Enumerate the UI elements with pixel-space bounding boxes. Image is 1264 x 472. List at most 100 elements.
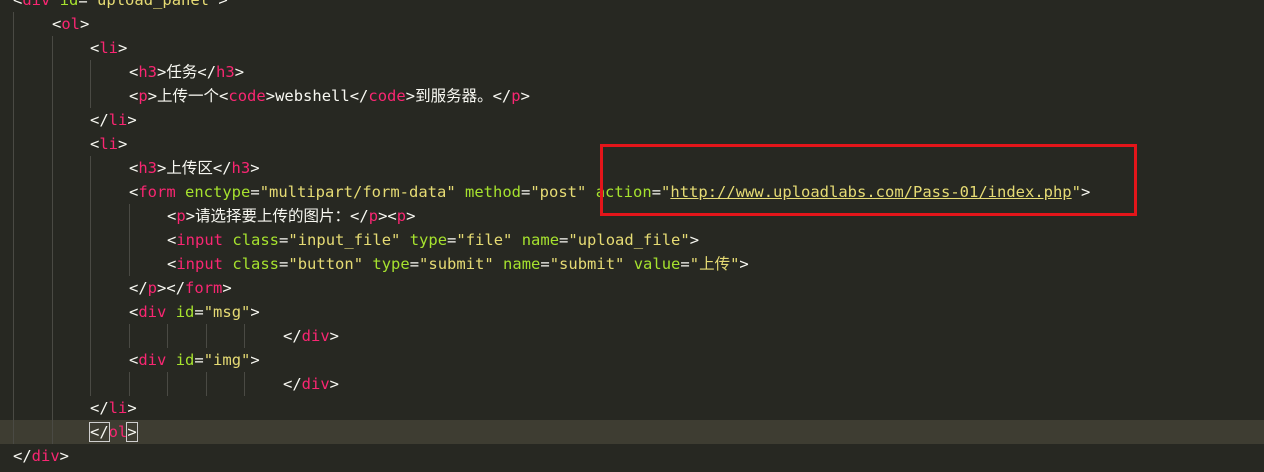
indent-guide — [13, 60, 14, 84]
code-content: </div> — [283, 324, 339, 348]
punctuation-token: > — [118, 135, 128, 153]
attribute-value-token: "input_file" — [288, 231, 401, 249]
tag-name-token: p — [147, 279, 158, 297]
tag-name-token: p — [511, 87, 521, 105]
tag-name-token: form — [138, 183, 176, 201]
punctuation-token: </ — [349, 87, 369, 105]
tag-name-token: p — [176, 207, 186, 225]
indent-guide — [52, 60, 53, 84]
tag-name-token: div — [301, 375, 330, 393]
punctuation-token: < — [129, 159, 139, 177]
indent-guide — [129, 228, 130, 252]
punctuation-token: </ — [129, 279, 148, 297]
attribute-name-token: method — [465, 183, 521, 201]
punctuation-token: > — [250, 351, 260, 369]
attribute-name-token: id — [59, 0, 79, 9]
punctuation-token: > — [250, 303, 260, 321]
code-line[interactable]: <h3>任务</h3> — [0, 60, 1264, 84]
code-content: <p>上传一个<code>webshell</code>到服务器。</p> — [129, 84, 530, 108]
tag-name-token: code — [228, 87, 266, 105]
punctuation-token: = — [194, 351, 204, 369]
punctuation-token: = — [521, 183, 531, 201]
code-line[interactable]: <input class="input_file" type="file" na… — [0, 228, 1264, 252]
attribute-value-token: "msg" — [203, 303, 251, 321]
indent-guide — [13, 84, 14, 108]
attribute-value-token: "submit" — [549, 255, 625, 273]
punctuation-token: > — [689, 231, 700, 249]
punctuation-token: </ — [492, 87, 512, 105]
punctuation-token: </ — [90, 111, 109, 129]
code-line[interactable]: <li> — [0, 36, 1264, 60]
code-content: <h3>上传区</h3> — [129, 156, 260, 180]
indent-guide — [90, 324, 91, 348]
tag-name-token: div — [138, 351, 167, 369]
attribute-value-token: "post" — [530, 183, 587, 201]
indent-guide — [206, 372, 207, 396]
text-content-token — [363, 255, 372, 273]
punctuation-token: > — [405, 87, 416, 105]
highlight-box — [600, 144, 1137, 216]
code-line[interactable]: </p></form> — [0, 276, 1264, 300]
indent-guide — [52, 372, 53, 396]
indent-guide — [13, 324, 14, 348]
code-content: <input class="input_file" type="file" na… — [167, 228, 699, 252]
indent-guide — [167, 372, 168, 396]
tag-name-token: form — [185, 279, 223, 297]
punctuation-token: > — [185, 207, 196, 225]
punctuation-token: </ — [89, 422, 110, 442]
tag-name-token: h3 — [138, 63, 158, 81]
punctuation-token: </ — [90, 399, 109, 417]
indent-guide — [167, 324, 168, 348]
code-line[interactable]: </div> — [0, 372, 1264, 396]
indent-guide — [13, 180, 14, 204]
code-line[interactable]: </li> — [0, 396, 1264, 420]
indent-guide — [90, 372, 91, 396]
attribute-name-token: class — [232, 255, 280, 273]
text-content-token: webshell — [275, 87, 350, 105]
code-line[interactable]: </ol> — [0, 420, 1264, 444]
punctuation-token: > — [218, 0, 228, 9]
code-content: </li> — [90, 396, 137, 420]
text-content-token — [586, 183, 595, 201]
code-line[interactable]: <input class="button" type="submit" name… — [0, 252, 1264, 276]
tag-name-token: p — [138, 87, 148, 105]
attribute-value-token: "file" — [456, 231, 513, 249]
punctuation-token: > — [59, 447, 70, 465]
punctuation-token: < — [167, 255, 177, 273]
indent-guide — [52, 420, 53, 444]
tag-name-token: li — [99, 39, 119, 57]
punctuation-token: > — [118, 39, 128, 57]
punctuation-token: > — [250, 159, 260, 177]
punctuation-token: > — [127, 111, 137, 129]
punctuation-token: </ — [166, 279, 186, 297]
code-editor[interactable]: <div id="upload_panel"> <ol> <li> <h3>任务</h… — [0, 0, 1264, 472]
indent-guide — [90, 60, 91, 84]
indent-guide — [52, 204, 53, 228]
code-line[interactable]: <div id="msg"> — [0, 300, 1264, 324]
code-line[interactable]: <ol> — [0, 12, 1264, 36]
punctuation-token: </ — [350, 207, 369, 225]
punctuation-token: = — [194, 303, 204, 321]
code-line[interactable]: </div> — [0, 444, 1264, 468]
indent-guide — [13, 372, 14, 396]
punctuation-token: < — [90, 135, 100, 153]
punctuation-token: > — [127, 399, 137, 417]
code-line[interactable]: <p>上传一个<code>webshell</code>到服务器。</p> — [0, 84, 1264, 108]
punctuation-token: < — [167, 231, 177, 249]
code-line[interactable]: <div id="upload_panel"> — [0, 0, 1264, 12]
indent-guide — [52, 156, 53, 180]
text-content-token: 请选择要上传的图片： — [195, 207, 351, 225]
code-line[interactable]: </div> — [0, 324, 1264, 348]
indent-guide — [52, 348, 53, 372]
punctuation-token: > — [265, 87, 276, 105]
indent-guide — [129, 252, 130, 276]
code-line[interactable]: <div id="img"> — [0, 348, 1264, 372]
text-content-token — [50, 0, 59, 9]
indent-guide — [90, 348, 91, 372]
indent-guide — [13, 228, 14, 252]
tag-name-token: li — [108, 111, 128, 129]
tag-name-token: h3 — [231, 159, 251, 177]
text-content-token — [512, 231, 521, 249]
text-content-token — [400, 231, 409, 249]
code-line[interactable]: </li> — [0, 108, 1264, 132]
